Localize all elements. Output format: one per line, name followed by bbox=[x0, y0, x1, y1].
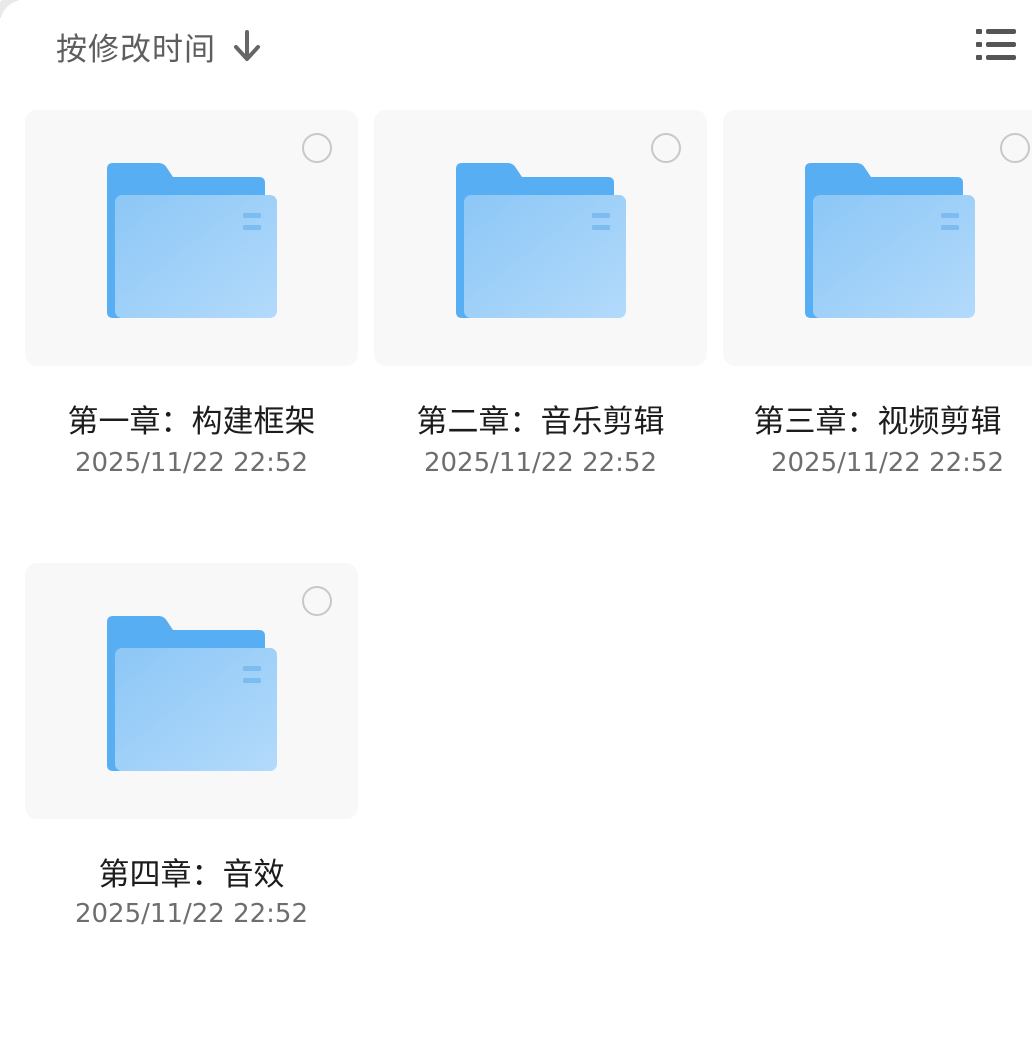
select-checkbox[interactable] bbox=[302, 586, 332, 616]
select-checkbox[interactable] bbox=[302, 133, 332, 163]
window-corner bbox=[0, 0, 24, 24]
folder-icon bbox=[456, 163, 626, 318]
folder-icon bbox=[107, 163, 277, 318]
arrow-down-icon bbox=[232, 28, 262, 64]
list-view-icon bbox=[976, 29, 1016, 60]
list-view-toggle-button[interactable] bbox=[972, 24, 1020, 66]
folder-name: 第一章：构建框架 bbox=[67, 404, 316, 440]
select-checkbox[interactable] bbox=[1000, 133, 1030, 163]
folder-icon bbox=[805, 163, 975, 318]
folder-name: 第四章：音效 bbox=[98, 857, 285, 893]
folder-modified-date: 2025/11/22 22:52 bbox=[770, 448, 1005, 478]
folder-modified-date: 2025/11/22 22:52 bbox=[423, 448, 658, 478]
folder-name: 第三章：视频剪辑 bbox=[753, 404, 1002, 440]
folder-modified-date: 2025/11/22 22:52 bbox=[74, 899, 309, 929]
sort-label: 按修改时间 bbox=[56, 31, 216, 68]
select-checkbox[interactable] bbox=[651, 133, 681, 163]
folder-name: 第二章：音乐剪辑 bbox=[416, 404, 665, 440]
folder-icon bbox=[107, 616, 277, 771]
folder-modified-date: 2025/11/22 22:52 bbox=[74, 448, 309, 478]
sort-button[interactable]: 按修改时间 bbox=[56, 22, 262, 70]
